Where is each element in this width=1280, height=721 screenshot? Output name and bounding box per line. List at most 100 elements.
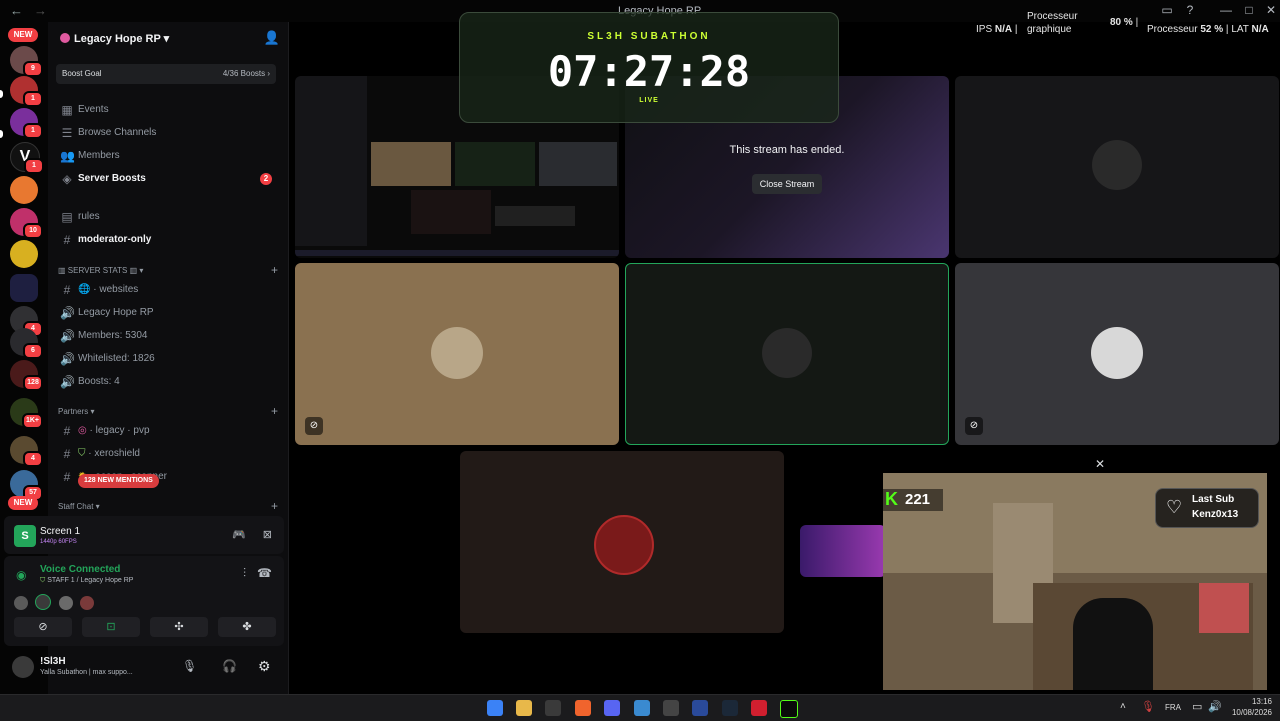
close-window-button[interactable]: ✕ — [1264, 3, 1278, 17]
server-icon[interactable]: 1 — [10, 108, 43, 139]
noise-suppression-icon[interactable]: ⫶ — [243, 566, 246, 581]
user-panel: !Sl3H Yalla Subathon | max suppo... 🎙 🎧 … — [4, 650, 284, 690]
close-stream-button[interactable]: Close Stream — [752, 174, 822, 194]
headphones-icon[interactable]: 🎧 — [222, 659, 237, 673]
windows-start-icon[interactable] — [487, 700, 503, 716]
category-server-stats[interactable]: ▥ SERVER STATS ▥ ▾ — [58, 266, 143, 275]
channel-whitelisted[interactable]: 🔊 Whitelisted: 1826 — [56, 349, 280, 369]
activities-button[interactable]: ✣ — [150, 617, 208, 637]
avatar[interactable] — [58, 596, 73, 610]
soundboard-button[interactable]: ✤ — [218, 617, 276, 637]
category-staff-chat[interactable]: Staff Chat ▾ — [58, 502, 100, 511]
new-mentions-pill[interactable]: 128 NEW MENTIONS — [78, 474, 159, 488]
server-icon[interactable] — [10, 176, 38, 204]
nav-server-boosts[interactable]: ◈ Server Boosts 2 — [56, 169, 280, 189]
stop-stream-icon[interactable]: ⊠ — [263, 528, 272, 541]
disconnect-icon[interactable]: ☎ — [257, 566, 272, 580]
server-icon[interactable]: 6 — [10, 328, 43, 359]
folder-icon[interactable] — [10, 274, 38, 302]
add-channel-icon[interactable]: + — [271, 404, 278, 418]
participant-tile[interactable]: ⊘ — [955, 263, 1279, 445]
screen-title: Screen 1 — [40, 526, 81, 537]
snipping-tool-icon[interactable] — [545, 700, 561, 716]
microphone-icon[interactable]: 🎙 — [182, 659, 197, 673]
voice-icon: 🔊 — [60, 352, 75, 366]
new-pill-top[interactable]: NEW — [8, 28, 38, 42]
language-indicator[interactable]: FRA — [1165, 703, 1181, 712]
server-icon[interactable]: V1 — [10, 142, 44, 174]
server-icon[interactable]: 4 — [10, 436, 43, 467]
network-icon[interactable]: ▭ — [1192, 700, 1202, 713]
new-pill-bottom[interactable]: NEW — [8, 496, 38, 510]
brave-browser-icon[interactable] — [575, 700, 591, 716]
app-icon[interactable] — [780, 700, 798, 718]
app-icon[interactable] — [751, 700, 767, 716]
hash-icon: # — [63, 233, 71, 247]
maximize-button[interactable]: □ — [1242, 3, 1256, 17]
avatar[interactable] — [12, 656, 34, 678]
obs-icon[interactable] — [663, 700, 679, 716]
chevron-up-icon[interactable]: ˄ — [1120, 701, 1126, 712]
channel-xeroshield[interactable]: # ⛉ · xeroshield — [56, 444, 280, 464]
app-icon[interactable] — [692, 700, 708, 716]
last-sub-name: Kenz0x13 — [1192, 509, 1239, 520]
inbox-icon[interactable]: ▭ — [1160, 3, 1174, 17]
add-channel-icon[interactable]: + — [271, 263, 278, 277]
speaking-participant-tile[interactable] — [625, 263, 949, 445]
channel-websites[interactable]: # 🌐 · websites — [56, 280, 280, 300]
add-channel-icon[interactable]: + — [271, 499, 278, 513]
channel-legacy-pvp[interactable]: # ◎ · legacy · pvp — [56, 421, 280, 441]
nav-browse-channels[interactable]: ☰ Browse Channels — [56, 123, 280, 143]
voice-icon: 🔊 — [60, 306, 75, 320]
channel-boosts-count[interactable]: 🔊 Boosts: 4 — [56, 372, 280, 392]
close-overlay-button[interactable]: ✕ — [1095, 457, 1105, 471]
server-icon[interactable]: 1K+ — [10, 398, 43, 429]
settings-gear-icon[interactable]: ⚙ — [258, 658, 271, 675]
category-partners[interactable]: Partners ▾ — [58, 407, 94, 416]
avatar — [762, 328, 812, 378]
tray-time[interactable]: 13:16 — [1228, 697, 1272, 706]
discord-icon[interactable] — [604, 700, 620, 716]
game-controller-icon[interactable]: 🎮 — [232, 528, 246, 541]
user-status: Yalla Subathon | max suppo... — [40, 669, 133, 676]
server-icon[interactable]: 9 — [10, 46, 43, 77]
nav-members[interactable]: 👥 Members — [56, 146, 280, 166]
boost-goal-bar[interactable]: Boost Goal 4/36 Boosts › — [56, 64, 276, 84]
server-icon[interactable]: 1 — [10, 76, 43, 107]
avatar[interactable] — [80, 596, 95, 610]
avatar[interactable] — [14, 596, 28, 610]
tray-date[interactable]: 10/08/2026 — [1228, 708, 1272, 717]
channel-rules[interactable]: ▤ rules — [56, 207, 280, 227]
nav-events[interactable]: ▦ Events — [56, 100, 280, 120]
volume-icon[interactable]: 🔊 — [1208, 700, 1222, 713]
channel-members-count[interactable]: 🔊 Members: 5304 — [56, 326, 280, 346]
webcam-overlay: K 221 ♡ Last Sub Kenz0x13 — [883, 473, 1267, 690]
voice-icon: 🔊 — [60, 329, 75, 343]
channel-moderator-only[interactable]: # moderator-only — [56, 230, 280, 250]
microphone-icon[interactable]: 🎙 — [1141, 700, 1155, 713]
channel-legacy-hope-rp[interactable]: 🔊 Legacy Hope RP — [56, 303, 280, 323]
file-explorer-icon[interactable] — [516, 700, 532, 716]
avatar[interactable] — [35, 594, 52, 610]
participant-tile[interactable] — [955, 76, 1279, 258]
steam-icon[interactable] — [722, 700, 738, 716]
server-icon[interactable] — [10, 240, 38, 268]
participant-tile[interactable]: ⊘ — [295, 263, 619, 445]
server-icon[interactable]: 10 — [10, 208, 43, 239]
voice-status[interactable]: Voice Connected — [40, 564, 120, 575]
hash-icon: # — [63, 283, 71, 297]
help-icon[interactable]: ? — [1183, 3, 1197, 17]
toggle-camera-button[interactable]: ⊘ — [14, 617, 72, 637]
forward-arrow-icon[interactable]: → — [34, 3, 47, 18]
participant-tile[interactable] — [460, 451, 784, 633]
server-icon[interactable]: 128 — [10, 360, 43, 391]
server-name-header[interactable]: Legacy Hope RP ▾ — [60, 32, 169, 45]
back-arrow-icon[interactable]: ← — [10, 3, 23, 18]
invite-people-icon[interactable]: 👤 — [264, 30, 280, 46]
share-screen-button[interactable]: ⊡ — [82, 617, 140, 637]
minimize-button[interactable]: — — [1219, 3, 1233, 17]
cpu-value: 52 % — [1200, 24, 1224, 35]
photos-icon[interactable] — [634, 700, 650, 716]
voice-location: STAFF 1 / Legacy Hope RP — [47, 577, 134, 584]
server-icon[interactable]: 57 — [10, 470, 43, 501]
